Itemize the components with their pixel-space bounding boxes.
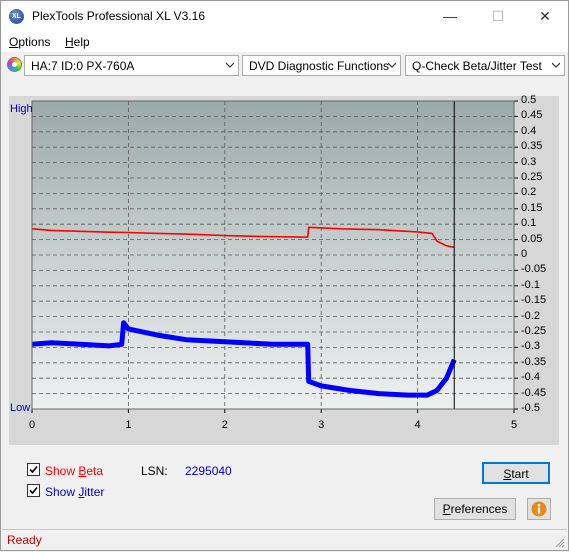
y-tick-label: 0.05	[521, 232, 543, 245]
status-text: Ready	[7, 533, 42, 547]
y-tick-label: 0.45	[521, 109, 543, 122]
y-tick-label: 0.2	[521, 186, 537, 199]
y-tick-label: -0.25	[521, 325, 547, 337]
resize-grip-icon[interactable]	[555, 538, 565, 548]
x-tick-label: 5	[510, 419, 518, 431]
x-tick-label: 3	[318, 419, 325, 431]
start-label: tart	[511, 467, 529, 481]
chart-low-label: Low	[10, 402, 31, 414]
x-tick-label: 0	[28, 419, 36, 431]
y-tick-label: -0.35	[521, 355, 547, 368]
app-window: XL PlexTools Professional XL V3.16 — ☐ ✕…	[0, 0, 569, 551]
info-button[interactable]	[527, 498, 551, 520]
show-beta-rest: eta	[86, 464, 104, 478]
lsn-label: LSN:	[141, 464, 168, 478]
show-jitter-prefix: Show	[45, 485, 79, 499]
info-icon	[531, 501, 547, 517]
y-tick-label: 0.15	[521, 201, 543, 214]
y-tick-label: 0.3	[521, 155, 537, 168]
y-tick-label: 0.5	[521, 94, 537, 106]
chart-high-label: High	[10, 103, 33, 115]
x-tick-label: 4	[414, 419, 421, 431]
show-beta-prefix: Show	[45, 464, 79, 478]
x-tick-label: 2	[221, 419, 228, 431]
y-tick-label: -0.15	[521, 294, 547, 307]
show-jitter-checkbox[interactable]	[27, 484, 40, 497]
preferences-label: references	[450, 502, 508, 516]
y-tick-label: 0.25	[521, 171, 543, 183]
preferences-accel: P	[442, 502, 451, 516]
y-tick-label: -0.45	[521, 386, 547, 399]
y-tick-label: 0	[521, 248, 528, 260]
show-jitter-label[interactable]: Show Jitter	[45, 485, 104, 499]
status-bar: Ready	[2, 529, 567, 550]
y-tick-label: -0.2	[521, 309, 540, 322]
checkmark-icon	[29, 465, 38, 474]
y-tick-label: 0.1	[521, 217, 537, 230]
y-tick-label: -0.5	[521, 402, 540, 414]
show-beta-label[interactable]: Show Beta	[45, 464, 103, 478]
checkmark-icon	[29, 486, 38, 495]
lsn-value: 2295040	[185, 464, 232, 478]
preferences-button[interactable]: Preferences	[434, 498, 516, 520]
start-button[interactable]: Start	[482, 462, 550, 484]
control-panel: Show Beta Show Jitter LSN: 2295040 Start…	[9, 453, 559, 525]
y-tick-label: -0.3	[521, 340, 540, 353]
y-tick-label: -0.1	[521, 278, 540, 291]
y-tick-label: -0.05	[521, 263, 547, 276]
y-tick-label: -0.4	[521, 371, 540, 384]
y-tick-label: 0.4	[521, 124, 537, 137]
x-tick-label: 1	[125, 419, 132, 431]
y-tick-label: 0.35	[521, 140, 543, 153]
show-beta-checkbox[interactable]	[27, 463, 40, 476]
show-jitter-rest: itter	[84, 485, 105, 499]
